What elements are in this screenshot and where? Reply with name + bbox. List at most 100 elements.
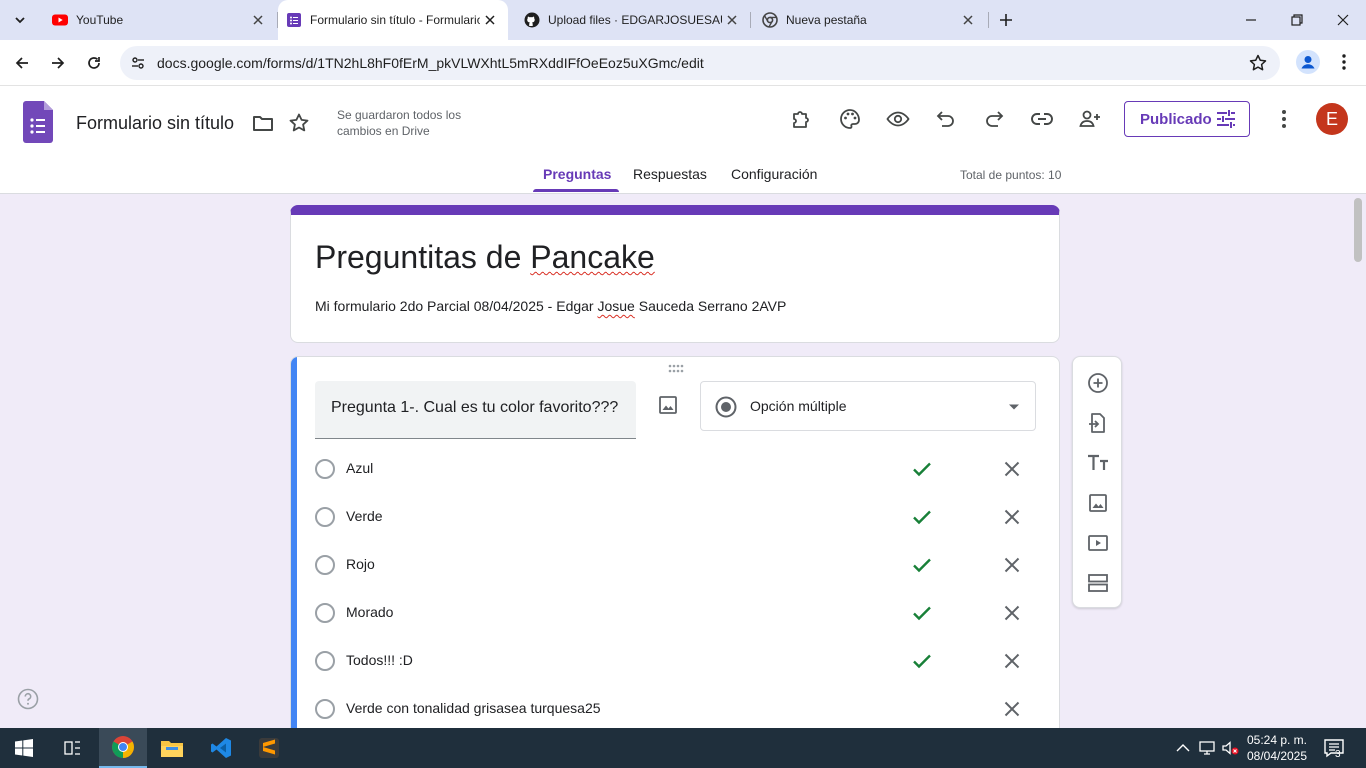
remove-option-icon[interactable]	[1000, 697, 1024, 721]
close-icon	[727, 15, 737, 25]
publish-button[interactable]: Publicado	[1124, 101, 1250, 137]
restore-button[interactable]	[1274, 0, 1320, 40]
question-type-dropdown[interactable]: Opción múltiple	[700, 381, 1036, 431]
tab-google-forms[interactable]: Formulario sin título - Formularios de G…	[278, 0, 508, 40]
tab-close-button[interactable]	[722, 10, 742, 30]
close-icon	[963, 15, 973, 25]
tab-github[interactable]: Upload files · EDGARJOSUESAUCEDA	[508, 0, 750, 40]
preview-eye-icon[interactable]	[886, 107, 910, 131]
help-icon[interactable]	[17, 688, 39, 710]
windows-logo-icon	[15, 739, 33, 757]
form-heading[interactable]: Preguntitas de Pancake	[315, 239, 655, 276]
add-collaborator-icon[interactable]	[1078, 107, 1102, 131]
taskbar-sublime-text[interactable]	[245, 728, 293, 768]
option-label[interactable]: Verde con tonalidad grisasea turquesa25	[346, 700, 601, 716]
question-card[interactable]: Pregunta 1-. Cual es tu color favorito??…	[290, 356, 1060, 736]
active-question-indicator	[291, 357, 297, 735]
option-label[interactable]: Verde	[346, 508, 383, 524]
add-image-icon[interactable]	[1086, 491, 1110, 515]
window-close-button[interactable]	[1320, 0, 1366, 40]
tab-configuracion[interactable]: Configuración	[731, 166, 817, 182]
taskbar-vscode[interactable]	[197, 728, 245, 768]
radio-unchecked-icon	[315, 603, 335, 623]
tab-close-button[interactable]	[248, 10, 268, 30]
correct-answer-check-icon[interactable]	[910, 601, 934, 625]
option-label[interactable]: Todos!!! :D	[346, 652, 413, 668]
url-text[interactable]: docs.google.com/forms/d/1TN2hL8hF0fErM_p…	[157, 55, 704, 71]
taskbar-file-explorer[interactable]	[148, 728, 196, 768]
new-tab-button[interactable]	[994, 8, 1018, 32]
remove-option-icon[interactable]	[1000, 457, 1024, 481]
option-row[interactable]: Morado	[315, 589, 1045, 637]
site-info-icon[interactable]	[128, 53, 148, 73]
addons-puzzle-icon[interactable]	[790, 107, 814, 131]
tab-respuestas[interactable]: Respuestas	[633, 166, 707, 182]
add-question-icon[interactable]	[1086, 371, 1110, 395]
tab-preguntas[interactable]: Preguntas	[543, 166, 611, 182]
task-view-button[interactable]	[48, 728, 96, 768]
correct-answer-check-icon[interactable]	[910, 505, 934, 529]
sublime-text-icon	[259, 738, 279, 758]
import-questions-icon[interactable]	[1086, 411, 1110, 435]
option-row[interactable]: Todos!!! :D	[315, 637, 1045, 685]
tab-title: Upload files · EDGARJOSUESAUCEDA	[548, 13, 722, 27]
folder-icon[interactable]	[251, 111, 275, 135]
volume-muted-icon[interactable]	[1220, 738, 1240, 758]
question-title-input[interactable]: Pregunta 1-. Cual es tu color favorito??…	[315, 381, 636, 439]
address-bar[interactable]: docs.google.com/forms/d/1TN2hL8hF0fErM_p…	[120, 46, 1280, 80]
start-button[interactable]	[0, 728, 48, 768]
option-label[interactable]: Morado	[346, 604, 393, 620]
profile-icon[interactable]	[1296, 50, 1320, 74]
add-video-icon[interactable]	[1086, 531, 1110, 555]
dropdown-arrow-icon	[1009, 404, 1019, 410]
bookmark-star-icon[interactable]	[1248, 53, 1268, 73]
correct-answer-check-icon[interactable]	[910, 553, 934, 577]
minimize-button[interactable]	[1228, 0, 1274, 40]
account-avatar[interactable]: E	[1316, 103, 1348, 135]
add-section-icon[interactable]	[1086, 571, 1110, 595]
more-vert-icon[interactable]	[1272, 107, 1296, 131]
back-button[interactable]	[8, 49, 36, 77]
tab-close-button[interactable]	[480, 10, 500, 30]
network-icon[interactable]	[1197, 738, 1217, 758]
remove-option-icon[interactable]	[1000, 505, 1024, 529]
redo-icon[interactable]	[982, 107, 1006, 131]
link-icon[interactable]	[1030, 107, 1054, 131]
remove-option-icon[interactable]	[1000, 553, 1024, 577]
undo-icon[interactable]	[934, 107, 958, 131]
star-icon[interactable]	[287, 111, 311, 135]
drag-handle-icon[interactable]	[668, 364, 684, 374]
reload-button[interactable]	[80, 49, 108, 77]
taskbar-chrome[interactable]	[99, 728, 147, 768]
add-title-text-icon[interactable]	[1086, 451, 1110, 475]
option-row[interactable]: Verde con tonalidad grisasea turquesa25	[315, 685, 1045, 733]
form-description[interactable]: Mi formulario 2do Parcial 08/04/2025 - E…	[315, 298, 786, 314]
tab-search-button[interactable]	[6, 6, 34, 34]
palette-icon[interactable]	[838, 107, 862, 131]
page-scrollbar[interactable]	[1354, 198, 1362, 262]
forward-button[interactable]	[44, 49, 72, 77]
correct-answer-check-icon[interactable]	[910, 649, 934, 673]
action-center-icon[interactable]	[1322, 736, 1346, 760]
radio-unchecked-icon	[315, 651, 335, 671]
google-forms-logo-icon[interactable]	[23, 101, 53, 143]
option-label[interactable]: Rojo	[346, 556, 375, 572]
option-row[interactable]: Rojo	[315, 541, 1045, 589]
tab-close-button[interactable]	[958, 10, 978, 30]
tray-chevron-up-icon[interactable]	[1173, 738, 1193, 758]
taskbar-clock[interactable]: 05:24 p. m. 08/04/2025	[1240, 732, 1314, 764]
remove-option-icon[interactable]	[1000, 649, 1024, 673]
form-name[interactable]: Formulario sin título	[76, 113, 234, 134]
option-row[interactable]: Verde	[315, 493, 1045, 541]
option-row[interactable]: Azul	[315, 445, 1045, 493]
option-label[interactable]: Azul	[346, 460, 373, 476]
restore-icon	[1291, 14, 1303, 26]
clock-date: 08/04/2025	[1246, 749, 1308, 763]
tab-new-tab[interactable]: Nueva pestaña	[746, 0, 986, 40]
tab-youtube[interactable]: YouTube	[36, 0, 276, 40]
correct-answer-check-icon[interactable]	[910, 457, 934, 481]
browser-menu-button[interactable]	[1334, 50, 1354, 74]
add-image-icon[interactable]	[656, 393, 680, 417]
remove-option-icon[interactable]	[1000, 601, 1024, 625]
form-title-card[interactable]: Preguntitas de Pancake Mi formulario 2do…	[290, 205, 1060, 343]
